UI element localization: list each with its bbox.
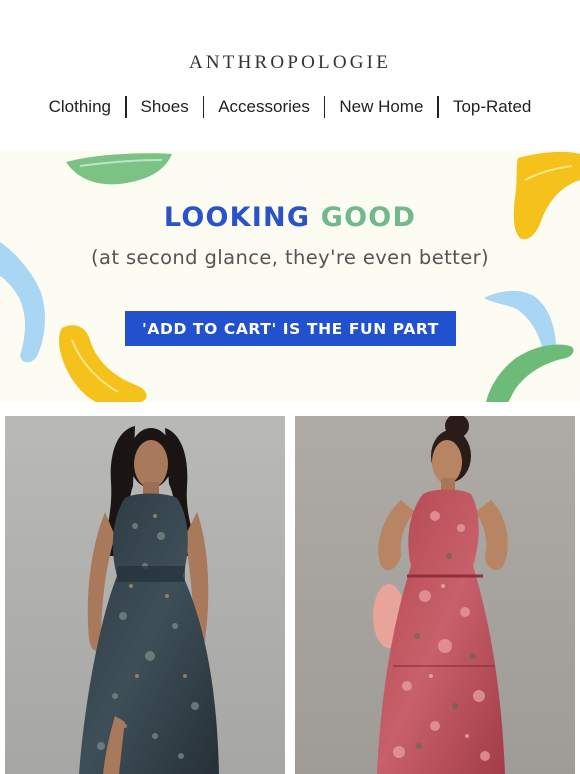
- email-header: ANTHROPOLOGIE Clothing Shoes Accessories…: [0, 0, 580, 150]
- product-image-dark-floral-dress[interactable]: [5, 416, 285, 774]
- paint-stroke-decorations: [0, 151, 580, 402]
- nav-item-clothing[interactable]: Clothing: [35, 96, 125, 118]
- brand-logo[interactable]: ANTHROPOLOGIE: [0, 52, 580, 74]
- product-image-pink-floral-dress[interactable]: [295, 416, 575, 774]
- nav-item-new-home[interactable]: New Home: [325, 96, 437, 118]
- promo-banner[interactable]: LOOKING GOOD (at second glance, they're …: [0, 150, 580, 402]
- banner-subheadline: (at second glance, they're even better): [90, 246, 490, 269]
- nav-item-shoes[interactable]: Shoes: [127, 96, 203, 118]
- banner-headline: LOOKING GOOD: [0, 202, 580, 233]
- nav-item-top-rated[interactable]: Top-Rated: [439, 96, 545, 118]
- add-to-cart-cta-button[interactable]: 'ADD TO CART' IS THE FUN PART: [125, 311, 456, 346]
- headline-word-looking: LOOKING: [163, 202, 311, 233]
- headline-word-good: GOOD: [320, 202, 417, 233]
- category-nav: Clothing Shoes Accessories New Home Top-…: [0, 94, 580, 120]
- nav-item-accessories[interactable]: Accessories: [204, 96, 324, 118]
